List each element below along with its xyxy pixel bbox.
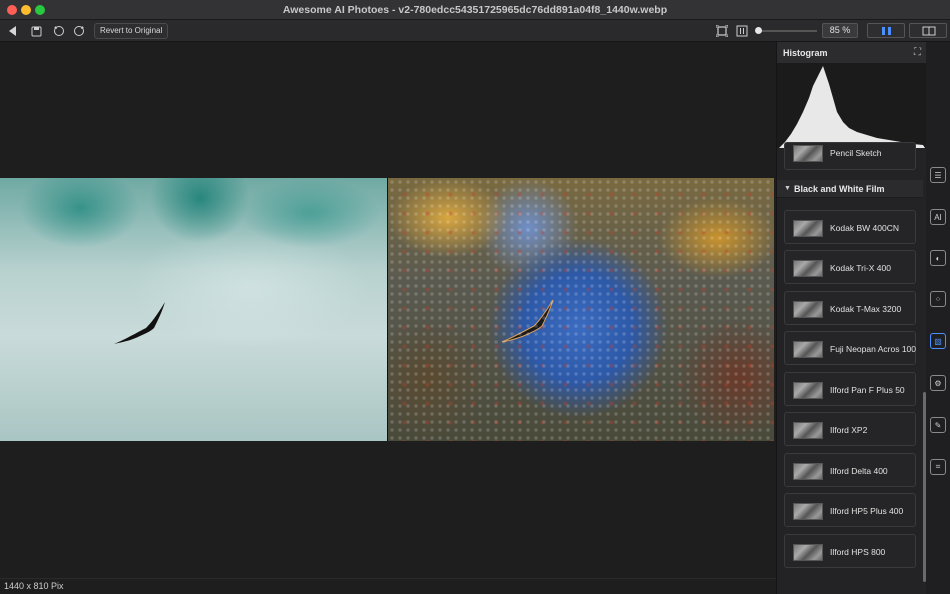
preset-thumbnail	[793, 382, 823, 399]
preset-card[interactable]: Fuji Neopan Acros 100	[784, 331, 916, 365]
histogram	[777, 64, 926, 148]
histogram-title: Histogram	[783, 48, 828, 58]
adjustments-icon[interactable]: ☰	[930, 167, 946, 183]
preset-label: Ilford HP5 Plus 400	[830, 506, 904, 516]
preset-label: Ilford HPS 800	[830, 547, 886, 557]
histogram-chart	[779, 66, 925, 148]
preset-label: Ilford XP2	[830, 425, 868, 435]
preset-label: Kodak Tri-X 400	[830, 263, 891, 273]
bird-silhouette	[114, 302, 165, 344]
back-arrow-icon[interactable]	[5, 23, 21, 39]
preset-thumbnail	[793, 422, 823, 439]
section-title: Black and White Film	[794, 184, 885, 194]
tool-strip: ☰ AI ◐ ⁘ ▧ ⚙ ✎ ⌗	[926, 42, 950, 594]
preset-label: Kodak T-Max 3200	[830, 304, 902, 314]
preset-thumbnail	[793, 341, 823, 358]
preset-card[interactable]: Ilford HPS 800	[784, 534, 916, 568]
preset-thumbnail	[793, 220, 823, 237]
save-icon[interactable]	[28, 23, 44, 39]
section-header-bw-film[interactable]: ▼ Black and White Film	[777, 180, 923, 198]
film-icon[interactable]: ▧	[930, 333, 946, 349]
preset-label: Ilford Delta 400	[830, 466, 888, 476]
preset-card[interactable]: Kodak T-Max 3200	[784, 291, 916, 325]
preset-thumbnail	[793, 503, 823, 520]
window-title: Awesome AI Photoes - v2-780edcc543517259…	[282, 4, 668, 16]
preset-label: Kodak BW 400CN	[830, 223, 899, 233]
preset-card[interactable]: Kodak BW 400CN	[784, 210, 916, 244]
image-canvas[interactable]	[0, 42, 776, 578]
preset-label: Fuji Neopan Acros 100	[830, 344, 916, 354]
original-image	[0, 178, 387, 441]
compare-icon[interactable]	[734, 23, 750, 39]
split-view-icon	[882, 27, 891, 35]
zoom-slider-track[interactable]	[757, 30, 817, 32]
preset-card[interactable]: Ilford XP2	[784, 412, 916, 446]
side-by-side-icon	[922, 26, 936, 36]
preset-thumbnail	[793, 301, 823, 318]
zoom-level-field[interactable]: 85 %	[822, 23, 858, 38]
status-bar: 1440 x 810 Pix	[0, 578, 776, 594]
image-dimensions: 1440 x 810 Pix	[4, 581, 64, 591]
expand-icon[interactable]: ⛶	[914, 47, 921, 58]
fit-screen-icon[interactable]	[714, 23, 730, 39]
rotate-right-icon[interactable]	[71, 23, 87, 39]
preset-thumbnail	[793, 145, 823, 162]
preset-thumbnail	[793, 260, 823, 277]
preset-card[interactable]: Ilford HP5 Plus 400	[784, 493, 916, 527]
preset-thumbnail	[793, 544, 823, 561]
revert-to-original-button[interactable]: Revert to Original	[94, 23, 169, 39]
preset-card[interactable]: Ilford Delta 400	[784, 453, 916, 487]
lens-icon[interactable]: ◐	[930, 250, 946, 266]
bird-silhouette-processed	[501, 299, 554, 343]
preset-card[interactable]: Ilford Pan F Plus 50	[784, 372, 916, 406]
preset-label: Ilford Pan F Plus 50	[830, 385, 905, 395]
chevron-down-icon: ▼	[784, 185, 791, 192]
split-view-button[interactable]	[867, 23, 905, 38]
preset-card[interactable]: Kodak Tri-X 400	[784, 250, 916, 284]
rotate-left-icon[interactable]	[51, 23, 67, 39]
brush-icon[interactable]: ✎	[930, 417, 946, 433]
crop-icon[interactable]: ⌗	[930, 459, 946, 475]
texture-icon[interactable]: ⁘	[930, 291, 946, 307]
processed-image	[388, 178, 774, 441]
histogram-header: Histogram ⛶	[777, 42, 926, 64]
presets-panel: Histogram ⛶ Pencil Sketch ▼ Black and Wh…	[776, 42, 926, 594]
title-bar: Awesome AI Photoes - v2-780edcc543517259…	[0, 0, 950, 20]
preset-label: Pencil Sketch	[830, 148, 882, 158]
preset-card-pencil-sketch[interactable]: Pencil Sketch	[784, 142, 916, 170]
zoom-slider-handle[interactable]	[755, 27, 762, 34]
gear-icon[interactable]: ⚙	[930, 375, 946, 391]
preset-thumbnail	[793, 463, 823, 480]
ai-icon[interactable]: AI	[930, 209, 946, 225]
side-by-side-view-button[interactable]	[909, 23, 947, 38]
